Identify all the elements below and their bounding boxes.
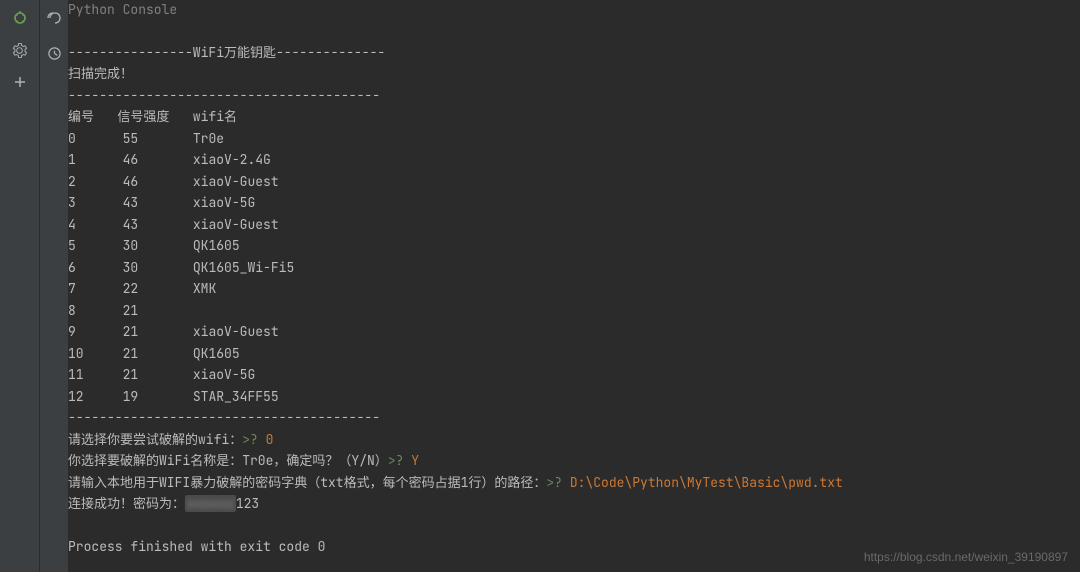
watermark: https://blog.csdn.net/weixin_39190897 [864,550,1068,564]
separator-line: ---------------------------------------- [68,407,1080,429]
table-row: 5 30 QK1605 [68,235,1080,257]
history-icon[interactable] [47,46,62,65]
title-line: ----------------WiFi万能钥匙-------------- [68,42,1080,64]
separator-line: ---------------------------------------- [68,85,1080,107]
table-row: 1 46 xiaoV-2.4G [68,149,1080,171]
prompt-select-wifi: 请选择你要尝试破解的wifi：>? 0 [68,429,1080,451]
left-toolbar [0,0,40,572]
table-row: 7 22 XMK [68,278,1080,300]
table-row: 0 55 Tr0e [68,128,1080,150]
prompt-dict-path: 请输入本地用于WIFI暴力破解的密码字典（txt格式，每个密码占据1行）的路径：… [68,472,1080,494]
table-row: 10 21 QK1605 [68,343,1080,365]
table-row: 6 30 QK1605_Wi-Fi5 [68,257,1080,279]
table-row: 9 21 xiaoV-Guest [68,321,1080,343]
table-row: 2 46 xiaoV-Guest [68,171,1080,193]
table-row: 3 43 xiaoV-5G [68,192,1080,214]
table-row: 12 19 STAR_34FF55 [68,386,1080,408]
blank-line [68,515,1080,537]
bug-icon[interactable] [12,10,28,26]
second-toolbar [40,0,68,572]
success-line: 连接成功！密码为：xxxxxx123 [68,493,1080,515]
table-row: 8 21 [68,300,1080,322]
table-row: 4 43 xiaoV-Guest [68,214,1080,236]
gear-icon[interactable] [12,42,28,58]
rerun-icon[interactable] [46,10,62,30]
prompt-confirm: 你选择要破解的WiFi名称是：Tr0e，确定吗？（Y/N）>? Y [68,450,1080,472]
console-area[interactable]: Python Console ----------------WiFi万能钥匙-… [68,0,1080,572]
console-output: ----------------WiFi万能钥匙--------------扫描… [68,20,1080,572]
scan-done-line: 扫描完成！ [68,63,1080,85]
table-row: 11 21 xiaoV-5G [68,364,1080,386]
table-header: 编号 信号强度 wifi名 [68,106,1080,128]
plus-icon[interactable] [12,74,28,90]
console-header-title: Python Console [68,0,1080,20]
